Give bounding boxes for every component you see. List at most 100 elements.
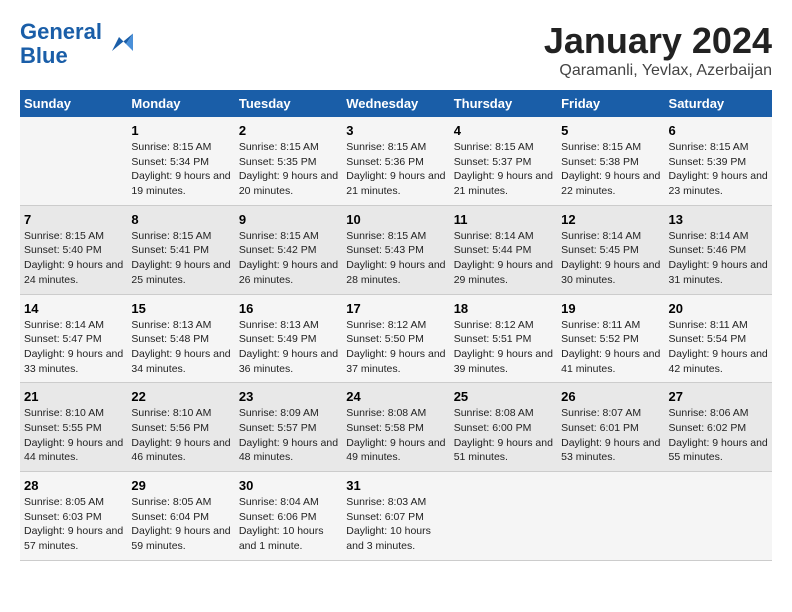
day-number: 19 bbox=[561, 301, 660, 316]
day-info: Sunrise: 8:14 AMSunset: 5:44 PMDaylight:… bbox=[454, 229, 553, 288]
day-number: 11 bbox=[454, 212, 553, 227]
calendar-cell bbox=[557, 472, 664, 561]
week-row: 7 Sunrise: 8:15 AMSunset: 5:40 PMDaylight… bbox=[20, 205, 772, 294]
day-info: Sunrise: 8:15 AMSunset: 5:37 PMDaylight:… bbox=[454, 140, 553, 199]
day-number: 10 bbox=[346, 212, 445, 227]
calendar-cell: 24 Sunrise: 8:08 AMSunset: 5:58 PMDayligh… bbox=[342, 383, 449, 472]
calendar-cell: 21 Sunrise: 8:10 AMSunset: 5:55 PMDayligh… bbox=[20, 383, 127, 472]
day-number: 18 bbox=[454, 301, 553, 316]
calendar-cell: 12 Sunrise: 8:14 AMSunset: 5:45 PMDayligh… bbox=[557, 205, 664, 294]
day-info: Sunrise: 8:12 AMSunset: 5:51 PMDaylight:… bbox=[454, 318, 553, 377]
day-number: 24 bbox=[346, 389, 445, 404]
header-day: Tuesday bbox=[235, 90, 342, 117]
day-info: Sunrise: 8:15 AMSunset: 5:39 PMDaylight:… bbox=[669, 140, 768, 199]
calendar-cell bbox=[450, 472, 557, 561]
header: General Blue January 2024 Qaramanli, Yev… bbox=[20, 20, 772, 80]
day-info: Sunrise: 8:15 AMSunset: 5:40 PMDaylight:… bbox=[24, 229, 123, 288]
calendar-cell: 17 Sunrise: 8:12 AMSunset: 5:50 PMDayligh… bbox=[342, 294, 449, 383]
logo-line2: Blue bbox=[20, 43, 68, 68]
day-number: 16 bbox=[239, 301, 338, 316]
calendar-cell: 27 Sunrise: 8:06 AMSunset: 6:02 PMDayligh… bbox=[665, 383, 772, 472]
day-info: Sunrise: 8:11 AMSunset: 5:52 PMDaylight:… bbox=[561, 318, 660, 377]
calendar-cell: 22 Sunrise: 8:10 AMSunset: 5:56 PMDayligh… bbox=[127, 383, 234, 472]
day-number: 15 bbox=[131, 301, 230, 316]
day-info: Sunrise: 8:03 AMSunset: 6:07 PMDaylight:… bbox=[346, 495, 445, 554]
day-number: 21 bbox=[24, 389, 123, 404]
calendar-cell: 28Sunrise: 8:05 AMSunset: 6:03 PMDayligh… bbox=[20, 472, 127, 561]
day-number: 12 bbox=[561, 212, 660, 227]
day-info: Sunrise: 8:15 AMSunset: 5:36 PMDaylight:… bbox=[346, 140, 445, 199]
day-number: 4 bbox=[454, 123, 553, 138]
header-day: Thursday bbox=[450, 90, 557, 117]
day-info: Sunrise: 8:07 AMSunset: 6:01 PMDaylight:… bbox=[561, 406, 660, 465]
header-day: Saturday bbox=[665, 90, 772, 117]
day-info: Sunrise: 8:15 AMSunset: 5:34 PMDaylight:… bbox=[131, 140, 230, 199]
day-number: 22 bbox=[131, 389, 230, 404]
week-row: 14Sunrise: 8:14 AMSunset: 5:47 PMDayligh… bbox=[20, 294, 772, 383]
day-number: 28 bbox=[24, 478, 123, 493]
day-info: Sunrise: 8:10 AMSunset: 5:55 PMDaylight:… bbox=[24, 406, 123, 465]
calendar-cell: 18 Sunrise: 8:12 AMSunset: 5:51 PMDayligh… bbox=[450, 294, 557, 383]
calendar-cell: 30 Sunrise: 8:04 AMSunset: 6:06 PMDayligh… bbox=[235, 472, 342, 561]
logo: General Blue bbox=[20, 20, 133, 68]
calendar-cell: 7 Sunrise: 8:15 AMSunset: 5:40 PMDaylight… bbox=[20, 205, 127, 294]
calendar-cell: 19 Sunrise: 8:11 AMSunset: 5:52 PMDayligh… bbox=[557, 294, 664, 383]
day-number: 2 bbox=[239, 123, 338, 138]
day-number: 6 bbox=[669, 123, 768, 138]
day-number: 8 bbox=[131, 212, 230, 227]
day-number: 9 bbox=[239, 212, 338, 227]
header-day: Monday bbox=[127, 90, 234, 117]
day-info: Sunrise: 8:14 AMSunset: 5:47 PMDaylight:… bbox=[24, 318, 123, 377]
week-row: 28Sunrise: 8:05 AMSunset: 6:03 PMDayligh… bbox=[20, 472, 772, 561]
calendar-cell: 13Sunrise: 8:14 AMSunset: 5:46 PMDayligh… bbox=[665, 205, 772, 294]
title-block: January 2024 Qaramanli, Yevlax, Azerbaij… bbox=[544, 20, 772, 80]
calendar-cell: 15 Sunrise: 8:13 AMSunset: 5:48 PMDayligh… bbox=[127, 294, 234, 383]
day-info: Sunrise: 8:14 AMSunset: 5:46 PMDaylight:… bbox=[669, 229, 768, 288]
day-info: Sunrise: 8:15 AMSunset: 5:35 PMDaylight:… bbox=[239, 140, 338, 199]
day-info: Sunrise: 8:06 AMSunset: 6:02 PMDaylight:… bbox=[669, 406, 768, 465]
day-info: Sunrise: 8:04 AMSunset: 6:06 PMDaylight:… bbox=[239, 495, 338, 554]
day-number: 27 bbox=[669, 389, 768, 404]
day-info: Sunrise: 8:14 AMSunset: 5:45 PMDaylight:… bbox=[561, 229, 660, 288]
calendar-cell: 8 Sunrise: 8:15 AMSunset: 5:41 PMDaylight… bbox=[127, 205, 234, 294]
calendar-cell: 10 Sunrise: 8:15 AMSunset: 5:43 PMDayligh… bbox=[342, 205, 449, 294]
calendar-cell: 26Sunrise: 8:07 AMSunset: 6:01 PMDayligh… bbox=[557, 383, 664, 472]
calendar-cell: 11 Sunrise: 8:14 AMSunset: 5:44 PMDayligh… bbox=[450, 205, 557, 294]
logo-icon bbox=[105, 30, 133, 58]
day-number: 1 bbox=[131, 123, 230, 138]
calendar-cell bbox=[20, 117, 127, 205]
subtitle: Qaramanli, Yevlax, Azerbaijan bbox=[544, 62, 772, 80]
header-day: Friday bbox=[557, 90, 664, 117]
calendar-cell: 6 Sunrise: 8:15 AMSunset: 5:39 PMDaylight… bbox=[665, 117, 772, 205]
day-info: Sunrise: 8:15 AMSunset: 5:43 PMDaylight:… bbox=[346, 229, 445, 288]
day-info: Sunrise: 8:08 AMSunset: 6:00 PMDaylight:… bbox=[454, 406, 553, 465]
day-info: Sunrise: 8:15 AMSunset: 5:41 PMDaylight:… bbox=[131, 229, 230, 288]
calendar-cell bbox=[665, 472, 772, 561]
header-row: SundayMondayTuesdayWednesdayThursdayFrid… bbox=[20, 90, 772, 117]
day-info: Sunrise: 8:10 AMSunset: 5:56 PMDaylight:… bbox=[131, 406, 230, 465]
main-title: January 2024 bbox=[544, 20, 772, 62]
calendar-cell: 3 Sunrise: 8:15 AMSunset: 5:36 PMDaylight… bbox=[342, 117, 449, 205]
calendar-cell: 2 Sunrise: 8:15 AMSunset: 5:35 PMDaylight… bbox=[235, 117, 342, 205]
day-info: Sunrise: 8:13 AMSunset: 5:48 PMDaylight:… bbox=[131, 318, 230, 377]
day-number: 17 bbox=[346, 301, 445, 316]
header-day: Wednesday bbox=[342, 90, 449, 117]
week-row: 21 Sunrise: 8:10 AMSunset: 5:55 PMDayligh… bbox=[20, 383, 772, 472]
day-number: 3 bbox=[346, 123, 445, 138]
logo-text: General Blue bbox=[20, 20, 102, 68]
day-info: Sunrise: 8:12 AMSunset: 5:50 PMDaylight:… bbox=[346, 318, 445, 377]
day-info: Sunrise: 8:15 AMSunset: 5:38 PMDaylight:… bbox=[561, 140, 660, 199]
calendar-cell: 25Sunrise: 8:08 AMSunset: 6:00 PMDayligh… bbox=[450, 383, 557, 472]
calendar-cell: 23Sunrise: 8:09 AMSunset: 5:57 PMDayligh… bbox=[235, 383, 342, 472]
day-number: 29 bbox=[131, 478, 230, 493]
day-number: 5 bbox=[561, 123, 660, 138]
day-info: Sunrise: 8:05 AMSunset: 6:04 PMDaylight:… bbox=[131, 495, 230, 554]
day-number: 7 bbox=[24, 212, 123, 227]
day-info: Sunrise: 8:08 AMSunset: 5:58 PMDaylight:… bbox=[346, 406, 445, 465]
calendar-cell: 20Sunrise: 8:11 AMSunset: 5:54 PMDayligh… bbox=[665, 294, 772, 383]
header-day: Sunday bbox=[20, 90, 127, 117]
day-number: 23 bbox=[239, 389, 338, 404]
calendar-cell: 29 Sunrise: 8:05 AMSunset: 6:04 PMDayligh… bbox=[127, 472, 234, 561]
calendar-cell: 16Sunrise: 8:13 AMSunset: 5:49 PMDayligh… bbox=[235, 294, 342, 383]
day-number: 30 bbox=[239, 478, 338, 493]
